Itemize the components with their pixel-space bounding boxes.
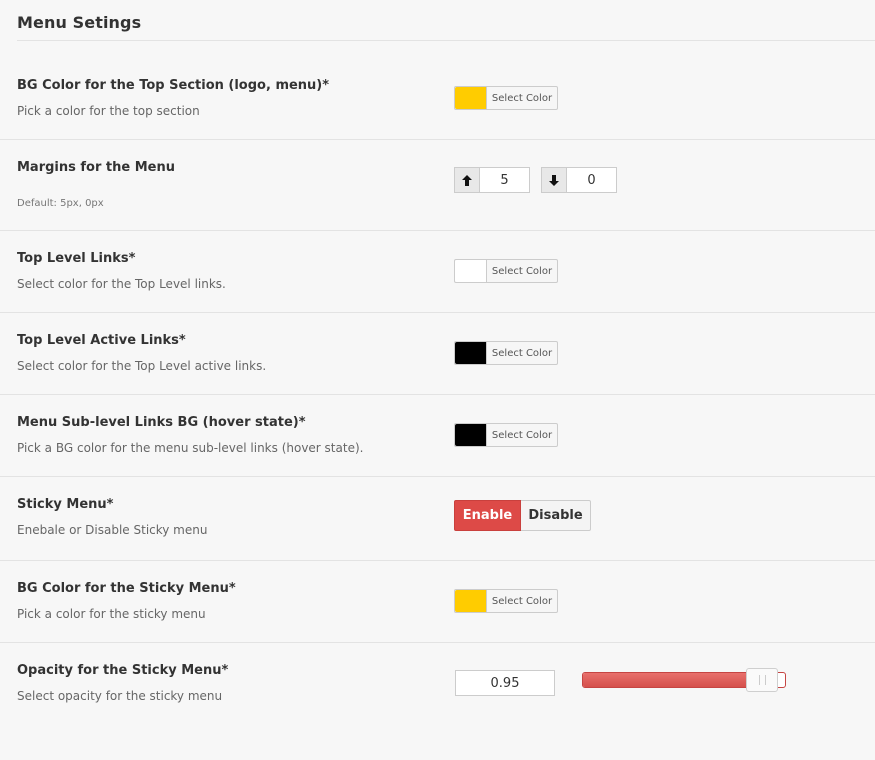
setting-description: Pick a BG color for the menu sub-level l… [17,441,364,455]
setting-description: Select color for the Top Level links. [17,277,226,291]
color-picker-active-links[interactable]: Select Color [454,341,558,365]
select-color-button[interactable]: Select Color [487,260,557,282]
margin-top-value[interactable]: 5 [480,168,529,192]
color-swatch[interactable] [455,260,487,282]
color-swatch[interactable] [455,87,487,109]
setting-row-sub-links-bg: Menu Sub-level Links BG (hover state)* P… [0,395,875,477]
setting-row-sticky-bg: BG Color for the Sticky Menu* Pick a col… [0,561,875,643]
setting-row-margins: Margins for the Menu Default: 5px, 0px 5… [0,140,875,231]
color-picker-sticky-bg[interactable]: Select Color [454,589,558,613]
opacity-slider[interactable] [582,668,786,692]
page-title: Menu Setings [17,13,142,32]
setting-label: BG Color for the Top Section (logo, menu… [17,78,330,93]
select-color-button[interactable]: Select Color [487,590,557,612]
setting-label: Top Level Active Links* [17,333,186,348]
setting-description: Select opacity for the sticky menu [17,689,223,703]
setting-description: Select color for the Top Level active li… [17,359,267,373]
color-swatch[interactable] [455,424,487,446]
margin-bottom-stepper[interactable]: 0 [541,167,617,193]
setting-row-sticky: Sticky Menu* Enebale or Disable Sticky m… [0,477,875,561]
arrow-down-icon [542,168,567,192]
slider-handle[interactable] [746,668,778,692]
disable-button[interactable]: Disable [521,500,591,531]
setting-label: Sticky Menu* [17,497,114,512]
setting-description: Default: 5px, 0px [17,198,104,209]
select-color-button[interactable]: Select Color [487,424,557,446]
setting-label: Margins for the Menu [17,160,175,175]
color-swatch[interactable] [455,342,487,364]
setting-row-top-bg: BG Color for the Top Section (logo, menu… [0,41,875,140]
slider-fill [583,673,750,687]
select-color-button[interactable]: Select Color [487,342,557,364]
color-picker-sub-links-bg[interactable]: Select Color [454,423,558,447]
select-color-button[interactable]: Select Color [487,87,557,109]
margin-bottom-value[interactable]: 0 [567,168,616,192]
opacity-input[interactable]: 0.95 [455,670,555,696]
color-picker-top-bg[interactable]: Select Color [454,86,558,110]
setting-label: BG Color for the Sticky Menu* [17,581,236,596]
setting-description: Pick a color for the top section [17,104,200,118]
enable-button[interactable]: Enable [454,500,521,531]
setting-description: Pick a color for the sticky menu [17,607,206,621]
setting-row-active-links: Top Level Active Links* Select color for… [0,313,875,395]
grip-icon [758,675,766,685]
setting-label: Menu Sub-level Links BG (hover state)* [17,415,306,430]
setting-label: Top Level Links* [17,251,136,266]
margin-top-stepper[interactable]: 5 [454,167,530,193]
arrow-up-icon [455,168,480,192]
color-picker-top-links[interactable]: Select Color [454,259,558,283]
setting-row-opacity: Opacity for the Sticky Menu* Select opac… [0,643,875,760]
color-swatch[interactable] [455,590,487,612]
setting-label: Opacity for the Sticky Menu* [17,663,229,678]
setting-row-top-links: Top Level Links* Select color for the To… [0,231,875,313]
sticky-toggle: Enable Disable [454,500,591,531]
setting-description: Enebale or Disable Sticky menu [17,523,208,537]
